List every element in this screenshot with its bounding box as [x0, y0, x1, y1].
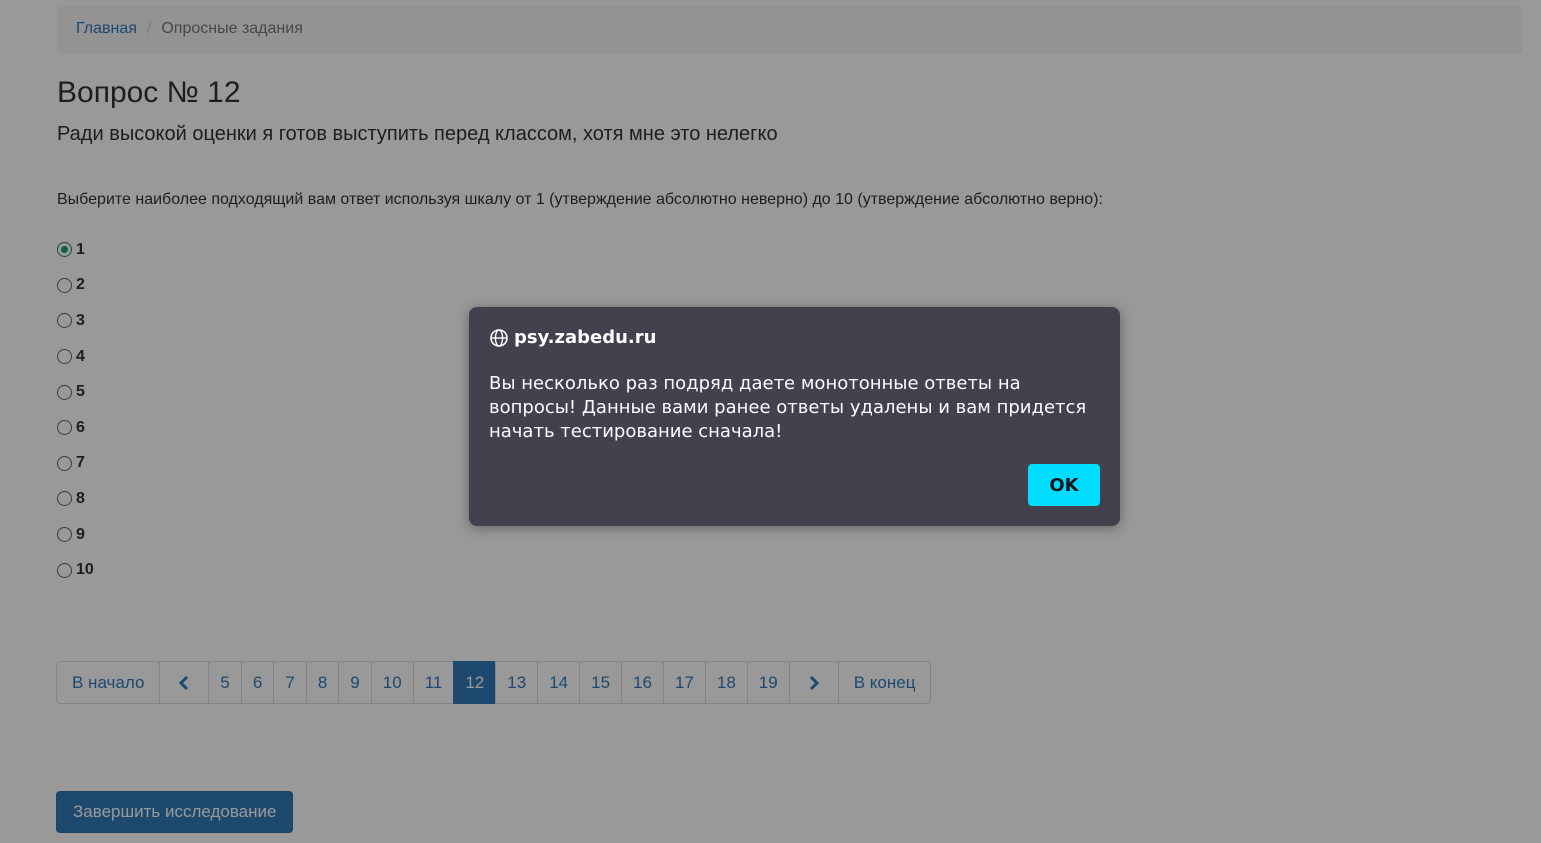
alert-dialog: psy.zabedu.ru Вы несколько раз подряд да… — [469, 307, 1120, 526]
dialog-message: Вы несколько раз подряд даете монотонные… — [489, 373, 1087, 442]
dialog-header: psy.zabedu.ru — [489, 327, 1100, 348]
ok-button[interactable]: OK — [1028, 464, 1100, 506]
dialog-site: psy.zabedu.ru — [514, 327, 657, 348]
globe-icon — [490, 328, 508, 347]
